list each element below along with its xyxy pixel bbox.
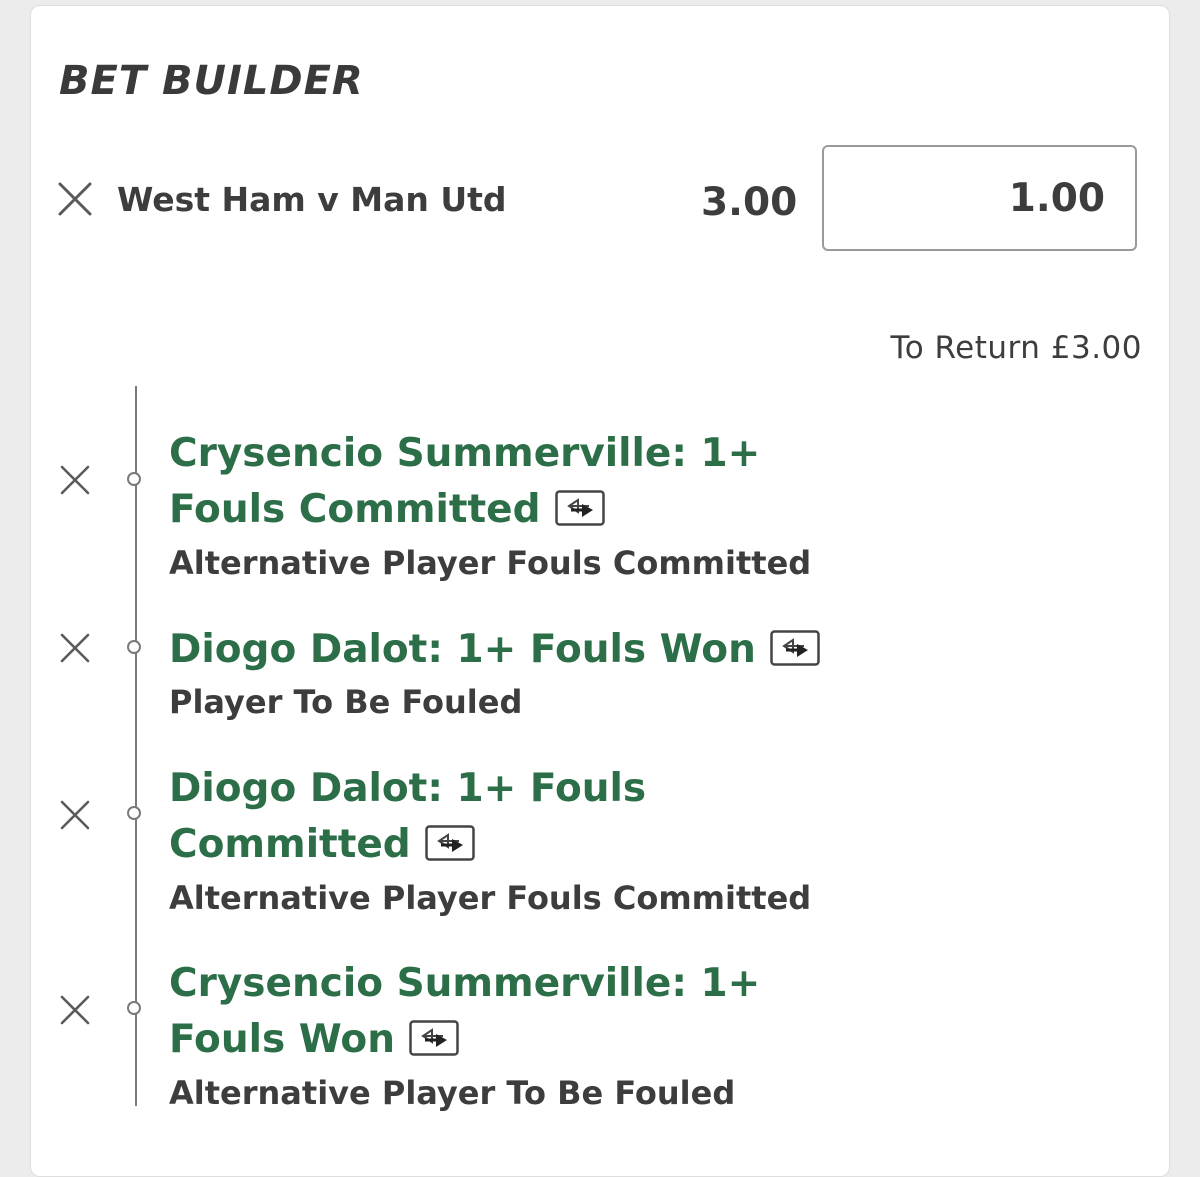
remove-selection-close-icon[interactable] xyxy=(59,464,91,496)
swap-icon[interactable] xyxy=(424,825,475,861)
selection-market: Alternative Player Fouls Committed xyxy=(169,879,812,917)
remove-selection-close-icon[interactable] xyxy=(59,632,91,664)
event-name: West Ham v Man Utd xyxy=(117,180,507,219)
swap-icon[interactable] xyxy=(554,490,605,526)
selection-title-line2: Committed xyxy=(169,822,411,867)
timeline-node xyxy=(127,640,141,654)
selection-title-line1: Diogo Dalot: 1+ Fouls xyxy=(169,766,647,811)
timeline-node xyxy=(127,1001,141,1015)
to-return-amount: To Return £3.00 xyxy=(890,330,1142,366)
stake-input[interactable] xyxy=(822,145,1137,251)
timeline-node xyxy=(127,806,141,820)
remove-selection-close-icon[interactable] xyxy=(59,799,91,831)
timeline-node xyxy=(127,472,141,486)
remove-selection-close-icon[interactable] xyxy=(59,994,91,1026)
selection-title-line1: Crysencio Summerville: 1+ xyxy=(169,961,761,1006)
selection-timeline xyxy=(135,386,137,1106)
bet-builder-title: BET BUILDER xyxy=(59,58,364,104)
selection-title[interactable]: Crysencio Summerville: 1+ Fouls Committe… xyxy=(169,426,760,538)
selection-market: Player To Be Fouled xyxy=(169,683,523,721)
selection-title-line2: Fouls Won xyxy=(169,1017,395,1062)
selection-title-line1: Diogo Dalot: 1+ Fouls Won xyxy=(169,627,756,672)
swap-icon[interactable] xyxy=(409,1020,459,1056)
selection-title[interactable]: Crysencio Summerville: 1+ Fouls Won xyxy=(169,956,760,1068)
remove-bet-close-icon[interactable] xyxy=(57,181,93,217)
selection-market: Alternative Player Fouls Committed xyxy=(169,544,812,582)
selection-title-line1: Crysencio Summerville: 1+ xyxy=(169,431,761,476)
bet-odds: 3.00 xyxy=(701,180,798,225)
swap-icon[interactable] xyxy=(770,630,820,666)
selection-market: Alternative Player To Be Fouled xyxy=(169,1074,736,1112)
bet-builder-card: BET BUILDER West Ham v Man Utd 3.00 To R… xyxy=(30,5,1170,1177)
selection-title[interactable]: Diogo Dalot: 1+ Fouls Won xyxy=(169,622,820,678)
selection-title[interactable]: Diogo Dalot: 1+ Fouls Committed xyxy=(169,761,646,873)
selection-title-line2: Fouls Committed xyxy=(169,487,541,532)
